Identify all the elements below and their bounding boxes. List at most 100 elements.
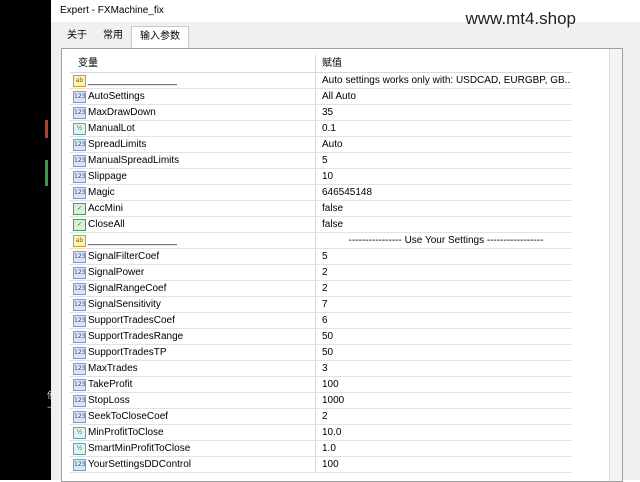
column-divider bbox=[315, 89, 316, 104]
tab-common[interactable]: 常用 bbox=[95, 26, 131, 46]
parameter-name: SupportTradesRange bbox=[88, 331, 184, 342]
column-divider bbox=[315, 441, 316, 456]
parameter-value[interactable]: 5 bbox=[322, 153, 570, 168]
parameter-value[interactable]: 1.0 bbox=[322, 441, 570, 456]
table-row[interactable]: ✓ AccMini false bbox=[70, 201, 572, 217]
table-row[interactable]: ½ MinProfitToClose 10.0 bbox=[70, 425, 572, 441]
parameter-name: YourSettingsDDControl bbox=[88, 459, 192, 470]
parameter-name: MinProfitToClose bbox=[88, 427, 164, 438]
parameter-value[interactable]: false bbox=[322, 217, 570, 232]
parameter-name: StopLoss bbox=[88, 395, 130, 406]
background-terminal-strip: 使 下 bbox=[0, 0, 56, 480]
parameter-value[interactable]: 2 bbox=[322, 409, 570, 424]
parameter-value[interactable]: 7 bbox=[322, 297, 570, 312]
table-row[interactable]: 123 SignalSensitivity 7 bbox=[70, 297, 572, 313]
table-row[interactable]: 123 SignalPower 2 bbox=[70, 265, 572, 281]
parameter-name: AccMini bbox=[88, 203, 124, 214]
double-type-icon: ½ bbox=[73, 427, 86, 439]
parameter-name: SignalFilterCoef bbox=[88, 251, 160, 262]
table-row[interactable]: 123 SupportTradesTP 50 bbox=[70, 345, 572, 361]
integer-type-icon: 123 bbox=[73, 91, 86, 103]
parameter-value[interactable]: Auto bbox=[322, 137, 570, 152]
table-row[interactable]: 123 AutoSettings All Auto bbox=[70, 89, 572, 105]
integer-type-icon: 123 bbox=[73, 283, 86, 295]
parameter-value[interactable]: 2 bbox=[322, 265, 570, 280]
parameter-name: ________________ bbox=[88, 235, 177, 246]
table-row[interactable]: 123 SpreadLimits Auto bbox=[70, 137, 572, 153]
integer-type-icon: 123 bbox=[73, 267, 86, 279]
column-divider bbox=[315, 457, 316, 472]
table-body: ab ________________ Auto settings works on… bbox=[70, 73, 572, 473]
integer-type-icon: 123 bbox=[73, 315, 86, 327]
table-row[interactable]: 123 SupportTradesRange 50 bbox=[70, 329, 572, 345]
column-divider bbox=[315, 233, 316, 248]
parameter-value[interactable]: 50 bbox=[322, 345, 570, 360]
column-divider bbox=[315, 105, 316, 120]
table-row[interactable]: ½ ManualLot 0.1 bbox=[70, 121, 572, 137]
table-row[interactable]: 123 MaxDrawDown 35 bbox=[70, 105, 572, 121]
column-divider bbox=[315, 121, 316, 136]
parameter-name: SignalRangeCoef bbox=[88, 283, 167, 294]
table-row[interactable]: 123 Magic 646545148 bbox=[70, 185, 572, 201]
parameter-value[interactable]: 3 bbox=[322, 361, 570, 376]
column-divider bbox=[315, 153, 316, 168]
parameter-value[interactable]: 10 bbox=[322, 169, 570, 184]
table-row[interactable]: 123 SignalRangeCoef 2 bbox=[70, 281, 572, 297]
column-divider bbox=[315, 169, 316, 184]
column-divider[interactable] bbox=[315, 55, 316, 72]
parameter-value[interactable]: 646545148 bbox=[322, 185, 570, 200]
string-type-icon: ab bbox=[73, 235, 86, 247]
table-row[interactable]: 123 TakeProfit 100 bbox=[70, 377, 572, 393]
table-row[interactable]: 123 SupportTradesCoef 6 bbox=[70, 313, 572, 329]
column-header-value[interactable]: 赋值 bbox=[322, 55, 342, 72]
integer-type-icon: 123 bbox=[73, 395, 86, 407]
table-row[interactable]: ✓ CloseAll false bbox=[70, 217, 572, 233]
parameter-name: SmartMinProfitToClose bbox=[88, 443, 191, 454]
parameter-name: SupportTradesTP bbox=[88, 347, 167, 358]
parameter-name: ________________ bbox=[88, 75, 177, 86]
column-divider bbox=[315, 377, 316, 392]
column-divider bbox=[315, 137, 316, 152]
tab-about[interactable]: 关于 bbox=[59, 26, 95, 46]
boolean-type-icon: ✓ bbox=[73, 219, 86, 231]
parameter-name: MaxTrades bbox=[88, 363, 138, 374]
table-row[interactable]: 123 ManualSpreadLimits 5 bbox=[70, 153, 572, 169]
integer-type-icon: 123 bbox=[73, 299, 86, 311]
parameter-value[interactable]: 2 bbox=[322, 281, 570, 296]
table-row[interactable]: ab ________________ ---------------- Use Y… bbox=[70, 233, 572, 249]
parameter-value[interactable]: 1000 bbox=[322, 393, 570, 408]
column-divider bbox=[315, 313, 316, 328]
parameter-value[interactable]: 5 bbox=[322, 249, 570, 264]
parameter-name: MaxDrawDown bbox=[88, 107, 156, 118]
double-type-icon: ½ bbox=[73, 443, 86, 455]
parameter-value[interactable]: 100 bbox=[322, 377, 570, 392]
table-row[interactable]: 123 StopLoss 1000 bbox=[70, 393, 572, 409]
expert-properties-dialog: Expert - FXMachine_fix www.mt4.shop 关于 常… bbox=[51, 0, 640, 482]
parameter-value[interactable]: Auto settings works only with: USDCAD, E… bbox=[322, 73, 570, 88]
table-header: 变量 赋值 bbox=[70, 55, 572, 73]
parameter-value[interactable]: ---------------- Use Your Settings -----… bbox=[322, 233, 570, 248]
tab-input-parameters[interactable]: 输入参数 bbox=[131, 26, 189, 48]
parameter-value[interactable]: 35 bbox=[322, 105, 570, 120]
column-divider bbox=[315, 217, 316, 232]
parameter-value[interactable]: 10.0 bbox=[322, 425, 570, 440]
table-row[interactable]: 123 MaxTrades 3 bbox=[70, 361, 572, 377]
parameter-value[interactable]: All Auto bbox=[322, 89, 570, 104]
table-row[interactable]: 123 SignalFilterCoef 5 bbox=[70, 249, 572, 265]
parameter-value[interactable]: 0.1 bbox=[322, 121, 570, 136]
parameter-value[interactable]: 50 bbox=[322, 329, 570, 344]
column-divider bbox=[315, 249, 316, 264]
column-divider bbox=[315, 201, 316, 216]
table-row[interactable]: ½ SmartMinProfitToClose 1.0 bbox=[70, 441, 572, 457]
column-divider bbox=[315, 393, 316, 408]
column-header-variable[interactable]: 变量 bbox=[78, 55, 98, 72]
parameter-name: SignalSensitivity bbox=[88, 299, 161, 310]
table-row[interactable]: ab ________________ Auto settings works on… bbox=[70, 73, 572, 89]
parameter-value[interactable]: false bbox=[322, 201, 570, 216]
vertical-scrollbar[interactable] bbox=[609, 49, 622, 481]
table-row[interactable]: 123 Slippage 10 bbox=[70, 169, 572, 185]
parameter-value[interactable]: 6 bbox=[322, 313, 570, 328]
table-row[interactable]: 123 SeekToCloseCoef 2 bbox=[70, 409, 572, 425]
parameter-value[interactable]: 100 bbox=[322, 457, 570, 472]
table-row[interactable]: 123 YourSettingsDDControl 100 bbox=[70, 457, 572, 473]
